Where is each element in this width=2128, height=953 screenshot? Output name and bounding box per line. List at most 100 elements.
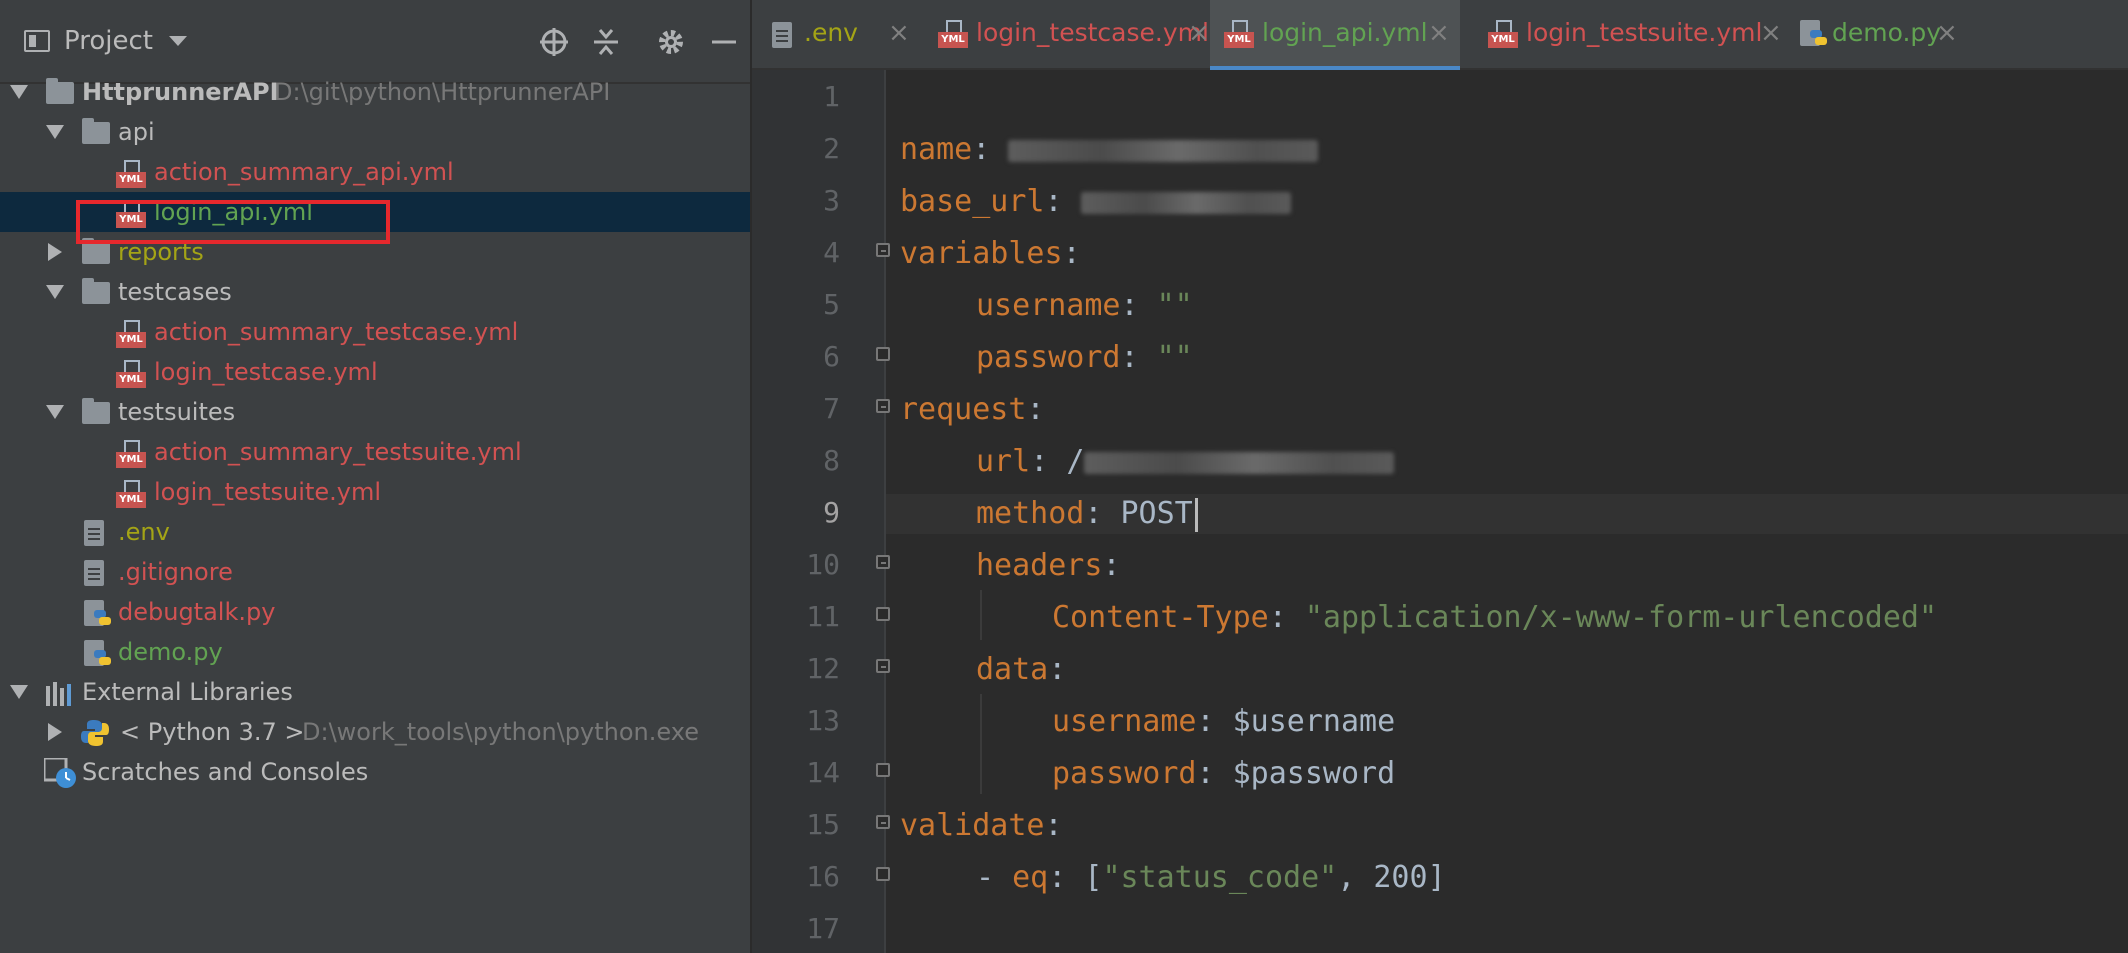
fold-end-icon[interactable] <box>874 347 894 369</box>
annotation-highlight-box <box>76 200 390 244</box>
collapse-arrow-icon[interactable] <box>48 723 62 741</box>
tree-item-testsuites[interactable]: testsuites <box>0 392 750 432</box>
line-number: 11 <box>806 600 840 633</box>
tree-item-login-testcase[interactable]: YML login_testcase.yml <box>0 352 750 392</box>
yaml-key: password <box>1052 756 1197 791</box>
fold-end-icon[interactable] <box>874 763 894 785</box>
tree-item-label: api <box>118 118 155 146</box>
tree-item-scratches[interactable]: Scratches and Consoles <box>0 752 750 792</box>
yaml-key: validate <box>900 808 1045 843</box>
yaml-key: data <box>976 652 1049 687</box>
yaml-string: "" <box>1156 288 1193 323</box>
close-icon[interactable]: × <box>1188 0 1210 68</box>
expand-arrow-icon[interactable] <box>10 685 28 699</box>
yaml-separator: , <box>1337 860 1374 895</box>
yaml-key: username <box>1052 704 1197 739</box>
tab-env[interactable]: .env × <box>764 0 924 70</box>
minimize-icon[interactable] <box>708 26 740 58</box>
tree-item-label: action_summary_testsuite.yml <box>154 438 522 466</box>
tab-demo[interactable]: demo.py × <box>1792 0 1972 70</box>
expand-arrow-icon[interactable] <box>46 405 64 419</box>
tree-item-demo[interactable]: demo.py <box>0 632 750 672</box>
tree-item-testcases[interactable]: testcases <box>0 272 750 312</box>
yaml-key: base_url <box>900 184 1045 219</box>
yml-file-icon: YML <box>116 360 146 390</box>
yaml-dash: - <box>976 860 1013 895</box>
tree-item-external-libraries[interactable]: External Libraries <box>0 672 750 712</box>
yml-file-icon: YML <box>116 480 146 510</box>
line-number: 16 <box>806 860 840 893</box>
yaml-key: eq <box>1012 860 1049 895</box>
fold-marker-icon[interactable] <box>874 243 894 265</box>
tree-item-env[interactable]: .env <box>0 512 750 552</box>
close-icon[interactable]: × <box>1760 0 1782 68</box>
yml-file-icon: YML <box>1488 20 1518 50</box>
target-icon[interactable] <box>538 26 570 58</box>
fold-marker-icon[interactable] <box>874 399 894 421</box>
tab-login-testcase[interactable]: YML login_testcase.yml × <box>924 0 1222 70</box>
gear-icon[interactable] <box>655 26 687 58</box>
tree-item-project-root[interactable]: HttprunnerAPI D:\git\python\HttprunnerAP… <box>0 72 750 112</box>
expand-arrow-icon[interactable] <box>46 125 64 139</box>
expand-arrow-icon[interactable] <box>10 85 28 99</box>
code-line-6: password: "" <box>976 338 1193 378</box>
fold-marker-icon[interactable] <box>874 659 894 681</box>
close-icon[interactable]: × <box>888 0 910 68</box>
yaml-colon: : <box>972 132 1009 167</box>
collapse-arrow-icon[interactable] <box>48 243 62 261</box>
yaml-key: password <box>976 340 1121 375</box>
tree-item-label: .env <box>118 518 170 546</box>
tree-item-label: < Python 3.7 > <box>120 718 305 746</box>
yaml-bracket: ] <box>1427 860 1446 895</box>
code-line-11: Content-Type: "application/x-www-form-ur… <box>1052 598 1937 638</box>
collapse-all-icon[interactable] <box>590 26 622 58</box>
close-icon[interactable]: × <box>1428 0 1450 68</box>
yml-file-icon: YML <box>116 160 146 190</box>
yml-file-icon: YML <box>1224 20 1254 50</box>
yaml-string: "" <box>1156 340 1193 375</box>
redacted-value <box>1084 451 1395 474</box>
yaml-colon: : <box>1030 444 1067 479</box>
code-line-14: password: $password <box>1052 754 1395 794</box>
tree-item-action-summary-api[interactable]: YML action_summary_api.yml <box>0 152 750 192</box>
tab-label: login_testcase.yml <box>976 18 1209 47</box>
text-file-icon <box>772 22 794 50</box>
tree-item-gitignore[interactable]: .gitignore <box>0 552 750 592</box>
python-logo-icon <box>81 720 109 746</box>
libraries-icon <box>46 682 71 706</box>
redacted-value <box>1008 139 1319 162</box>
tree-item-python-sdk[interactable]: < Python 3.7 > D:\work_tools\python\pyth… <box>0 712 750 752</box>
tree-item-label: Scratches and Consoles <box>82 758 369 786</box>
tab-label: login_api.yml <box>1262 18 1428 47</box>
folder-icon <box>82 398 110 424</box>
fold-marker-icon[interactable] <box>874 555 894 577</box>
fold-marker-icon[interactable] <box>874 815 894 837</box>
project-title: Project <box>64 26 153 56</box>
fold-end-icon[interactable] <box>874 867 894 889</box>
tab-login-testsuite[interactable]: YML login_testsuite.yml × <box>1474 0 1784 70</box>
tree-item-api[interactable]: api <box>0 112 750 152</box>
project-view-selector[interactable]: Project <box>24 26 187 56</box>
yaml-colon: : <box>1044 184 1081 219</box>
line-number: 4 <box>823 236 840 269</box>
yaml-key: Content-Type <box>1052 600 1269 635</box>
tree-item-path: D:\git\python\HttprunnerAPI <box>274 78 611 106</box>
expand-arrow-icon[interactable] <box>46 285 64 299</box>
yaml-colon: : <box>1048 652 1067 687</box>
close-icon[interactable]: × <box>1936 0 1958 68</box>
tree-item-label: login_testcase.yml <box>154 358 378 386</box>
folder-icon <box>82 118 110 144</box>
tab-label: demo.py <box>1832 18 1942 47</box>
line-number: 1 <box>823 80 840 113</box>
redacted-value <box>1080 191 1291 214</box>
project-window-icon <box>24 30 50 52</box>
yaml-value: $username <box>1232 704 1396 739</box>
line-number: 6 <box>823 340 840 373</box>
tree-item-action-summary-testcase[interactable]: YML action_summary_testcase.yml <box>0 312 750 352</box>
tree-item-debugtalk[interactable]: debugtalk.py <box>0 592 750 632</box>
tree-item-label: action_summary_testcase.yml <box>154 318 519 346</box>
tree-item-login-testsuite[interactable]: YML login_testsuite.yml <box>0 472 750 512</box>
tab-login-api[interactable]: YML login_api.yml × <box>1210 0 1460 70</box>
fold-end-icon[interactable] <box>874 607 894 629</box>
tree-item-action-summary-testsuite[interactable]: YML action_summary_testsuite.yml <box>0 432 750 472</box>
